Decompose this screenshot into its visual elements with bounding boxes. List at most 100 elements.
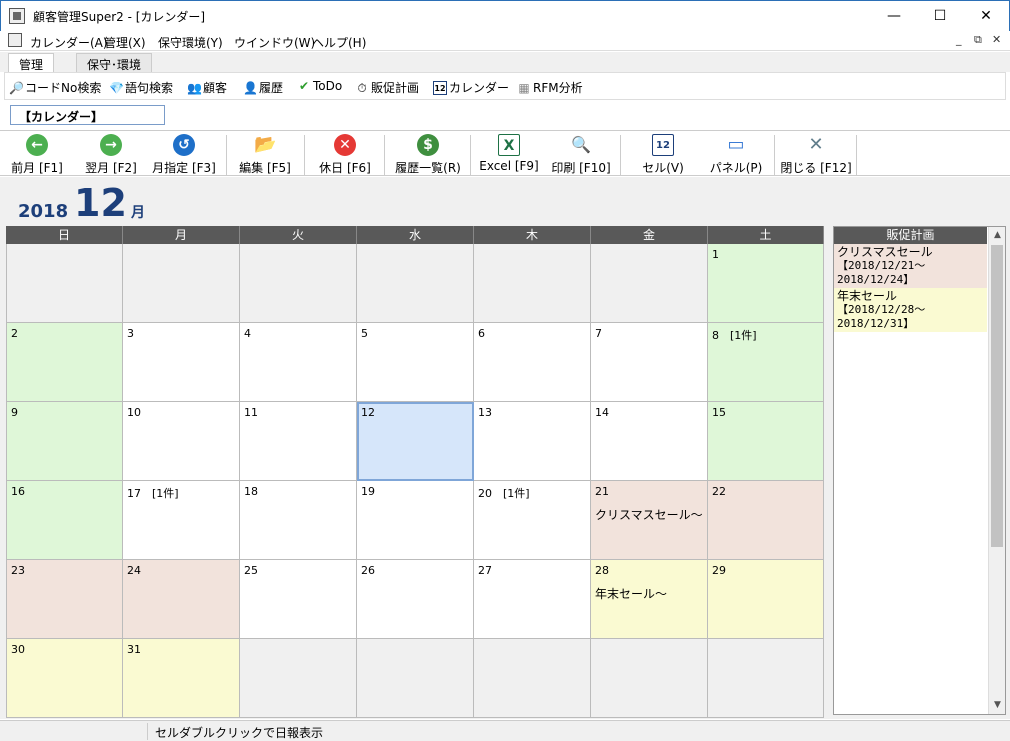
promo-plan-button[interactable]: ⏱ 販促計画 <box>355 79 419 96</box>
rfm-button[interactable]: ▦ RFM分析 <box>517 79 582 96</box>
day-cell[interactable]: 16 <box>6 481 123 560</box>
day-cell[interactable]: 6 <box>474 323 591 402</box>
day-number: 1 <box>712 248 719 261</box>
vertical-scrollbar[interactable]: ▲ ▼ <box>988 227 1005 714</box>
menu-maintenance[interactable]: 保守環境(Y) <box>158 34 223 51</box>
prev-month-button[interactable]: ← 前月 [F1] <box>6 133 68 175</box>
next-month-button[interactable]: → 翌月 [F2] <box>78 133 144 175</box>
promo-item[interactable]: クリスマスセール 【2018/12/21～2018/12/24】 <box>834 244 987 288</box>
close-button[interactable]: ✕ 閉じる [F12] <box>780 133 852 175</box>
calendar-area: 2018 12 月 日月火水木金土 12345678 [1件] 9 10 11 12 13… <box>0 177 1010 719</box>
day-cell[interactable]: 25 <box>240 560 357 639</box>
todo-button[interactable]: ✔ ToDo <box>297 79 342 93</box>
day-cell[interactable]: 27 <box>474 560 591 639</box>
calendar-button[interactable]: 12 カレンダー <box>433 79 509 96</box>
day-cell[interactable]: 8 [1件] <box>708 323 824 402</box>
day-cell[interactable]: 20 [1件] <box>474 481 591 560</box>
mdi-close-button[interactable]: ✕ <box>992 33 1001 46</box>
customers-icon: 👥 <box>187 80 202 95</box>
excel-label: Excel [F9] <box>479 159 539 173</box>
document-icon[interactable] <box>8 33 22 47</box>
day-cell[interactable]: 24 <box>123 560 240 639</box>
customers-label: 顧客 <box>203 81 228 95</box>
day-cell[interactable]: 7 <box>591 323 708 402</box>
day-cell[interactable]: 14 <box>591 402 708 481</box>
day-cell[interactable]: 3 <box>123 323 240 402</box>
print-button[interactable]: 🔍 印刷 [F10] <box>548 133 614 175</box>
day-cell[interactable]: 17 [1件] <box>123 481 240 560</box>
tab-manage[interactable]: 管理 <box>8 53 55 72</box>
menu-manage[interactable]: 管理(X) <box>104 34 146 51</box>
day-cell[interactable]: 15 <box>708 402 824 481</box>
toolbar-separator <box>620 135 621 175</box>
day-cell[interactable]: 1 <box>708 244 824 323</box>
panel-button[interactable]: ▭ パネル(P) <box>704 133 768 175</box>
history-list-button[interactable]: $ 履歴一覧(R) <box>390 133 466 175</box>
code-search-button[interactable]: 🔎 コードNo検索 <box>9 79 101 96</box>
phrase-search-button[interactable]: 💎 語句検索 <box>109 79 173 96</box>
day-cell[interactable]: 11 <box>240 402 357 481</box>
scrollbar-thumb[interactable] <box>991 245 1003 547</box>
day-cell[interactable]: 5 <box>357 323 474 402</box>
day-number: 20 [1件] <box>478 487 530 500</box>
day-cell[interactable]: 28 年末セール～ <box>591 560 708 639</box>
mdi-minimize-button[interactable]: _ <box>956 33 962 46</box>
day-number: 11 <box>244 406 258 419</box>
weekday-header-cell: 水 <box>357 226 474 244</box>
promo-item[interactable]: 年末セール 【2018/12/28～2018/12/31】 <box>834 288 987 332</box>
toolbar-separator <box>774 135 775 175</box>
promo-plan-label: 販促計画 <box>371 81 420 95</box>
scroll-up-icon[interactable]: ▲ <box>989 227 1006 244</box>
close-window-button[interactable]: ✕ <box>963 1 1009 31</box>
year-label: 2018 <box>18 201 69 222</box>
promo-panel-title: 販促計画 <box>834 227 987 244</box>
scroll-down-icon[interactable]: ▼ <box>989 697 1006 714</box>
mdi-restore-button[interactable]: ⧉ <box>974 33 982 47</box>
day-cell[interactable]: 10 <box>123 402 240 481</box>
section-title: 【カレンダー】 <box>10 105 165 125</box>
panel-label: パネル(P) <box>709 161 763 175</box>
diamond-icon: 💎 <box>109 80 124 95</box>
next-month-icon: → <box>100 134 122 156</box>
day-cell[interactable]: 22 <box>708 481 824 560</box>
day-number: 22 <box>712 485 726 498</box>
minimize-button[interactable]: — <box>871 1 917 31</box>
history-button[interactable]: 👤 履歴 <box>243 79 283 96</box>
day-cell[interactable]: 2 <box>6 323 123 402</box>
day-cell[interactable]: 9 <box>6 402 123 481</box>
menu-bar: カレンダー(A) 管理(X) 保守環境(Y) ウインドウ(W) ヘルプ(H) _… <box>0 31 1010 51</box>
promo-name: 年末セール <box>837 289 898 303</box>
day-cell[interactable]: 30 <box>6 639 123 718</box>
excel-button[interactable]: X Excel [F9] <box>478 133 540 175</box>
day-number: 8 [1件] <box>712 329 757 342</box>
day-cell[interactable]: 26 <box>357 560 474 639</box>
day-cell[interactable]: 19 <box>357 481 474 560</box>
cell-icon: 12 <box>652 134 674 156</box>
edit-button[interactable]: 📂 編集 [F5] <box>232 133 298 175</box>
history-icon: 👤 <box>243 80 258 95</box>
menu-window[interactable]: ウインドウ(W) <box>234 34 315 51</box>
day-number: 16 <box>11 485 25 498</box>
day-cell[interactable]: 29 <box>708 560 824 639</box>
day-cell[interactable]: 21 クリスマスセール～ <box>591 481 708 560</box>
tab-maintenance[interactable]: 保守･環境 <box>76 53 153 72</box>
menu-help[interactable]: ヘルプ(H) <box>312 34 366 51</box>
app-icon[interactable] <box>9 8 25 24</box>
day-number: 5 <box>361 327 368 340</box>
cell-button[interactable]: 12 セル(V) <box>630 133 696 175</box>
day-cell[interactable]: 4 <box>240 323 357 402</box>
holiday-button[interactable]: ✕ 休日 [F6] <box>312 133 378 175</box>
customers-button[interactable]: 👥 顧客 <box>187 79 227 96</box>
day-cell[interactable]: 31 <box>123 639 240 718</box>
day-cell[interactable]: 23 <box>6 560 123 639</box>
calendar-icon: 12 <box>433 80 447 95</box>
day-number: 17 [1件] <box>127 487 179 500</box>
day-number: 7 <box>595 327 602 340</box>
day-number: 18 <box>244 485 258 498</box>
day-cell[interactable]: 13 <box>474 402 591 481</box>
day-cell[interactable]: 12 <box>357 402 474 481</box>
month-select-button[interactable]: ↺ 月指定 [F3] <box>148 133 220 175</box>
menu-calendar[interactable]: カレンダー(A) <box>30 34 108 51</box>
day-cell[interactable]: 18 <box>240 481 357 560</box>
maximize-button[interactable]: ☐ <box>917 1 963 31</box>
